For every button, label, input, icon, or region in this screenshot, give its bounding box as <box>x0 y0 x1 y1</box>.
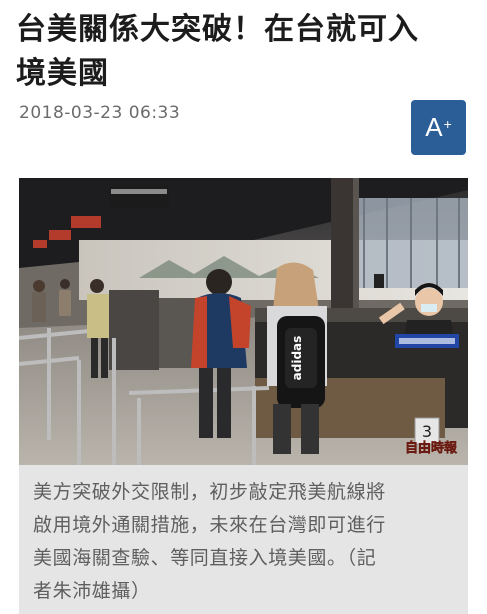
photo-watermark: 自由時報 <box>405 440 458 456</box>
caption-line-2: 啟用境外通關措施，未來在台灣即可進行 <box>33 514 386 536</box>
headline-line-2: 境美國 <box>16 56 109 91</box>
caption-line-3: 美國海關查驗、等同直接入境美國。（記 <box>33 547 377 569</box>
article-headline: 台美關係大突破！在台就可入 境美國 <box>16 8 472 96</box>
font-size-plus: + <box>443 115 452 132</box>
caption-line-4: 者朱沛雄攝） <box>33 580 151 602</box>
headline-line-1: 台美關係大突破！在台就可入 <box>16 12 419 47</box>
counter-number: 3 <box>422 422 432 441</box>
font-size-label: A <box>425 112 443 142</box>
article-datetime: 2018-03-23 06:33 <box>19 103 181 123</box>
photo-illustration: adidas 3 自由時報 <box>19 178 468 465</box>
caption-line-1: 美方突破外交限制，初步敲定飛美航線將 <box>33 481 386 503</box>
article-photo[interactable]: adidas 3 自由時報 <box>19 178 468 465</box>
font-size-increase-button[interactable]: A + <box>411 100 466 155</box>
photo-caption: 美方突破外交限制，初步敲定飛美航線將 啟用境外通關措施，未來在台灣即可進行 美國… <box>19 465 468 614</box>
backpack-brand-text: adidas <box>290 336 304 381</box>
